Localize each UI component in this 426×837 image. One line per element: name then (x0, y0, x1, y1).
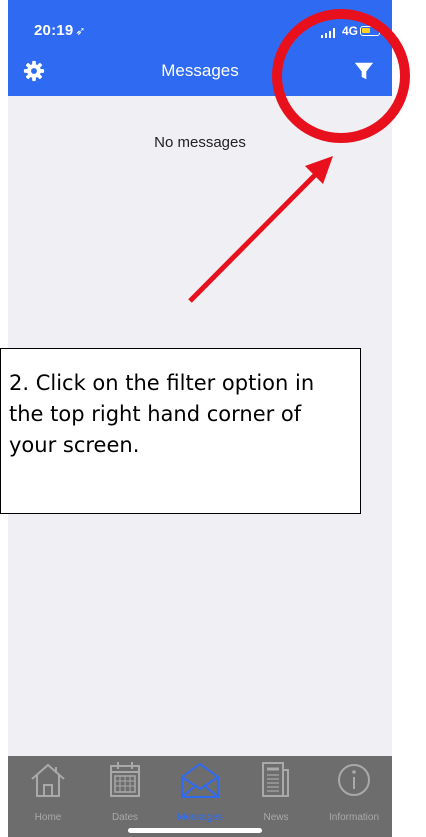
tab-home-label: Home (34, 812, 62, 823)
newspaper-icon (262, 762, 289, 797)
signal-icon (321, 28, 335, 38)
battery-icon (360, 26, 383, 36)
tab-bar: Home Dates Messages News Information (8, 756, 392, 837)
tab-dates-label: Dates (111, 812, 139, 823)
tab-news-label: News (263, 812, 289, 823)
location-icon: ➶ (75, 24, 86, 38)
home-icon (31, 763, 65, 797)
empty-state-text: No messages (154, 134, 246, 151)
tab-news[interactable]: News (238, 756, 314, 828)
filter-icon[interactable] (353, 60, 375, 82)
network-type: 4G (342, 24, 359, 38)
tab-information-label: Information (328, 812, 380, 823)
calendar-icon (110, 762, 140, 797)
header-bar: 20:19 ➶ 4G Messages (8, 0, 392, 96)
tab-messages-label: Messages (177, 812, 223, 823)
page-title: Messages (161, 61, 239, 80)
instruction-callout: 2. Click on the filter option in the top… (0, 348, 361, 514)
info-icon (338, 764, 370, 796)
home-indicator (128, 828, 262, 833)
status-time-text: 20:19 (34, 22, 74, 39)
tab-messages[interactable]: Messages (162, 756, 238, 828)
status-time: 20:19 ➶ (34, 22, 86, 39)
envelope-icon (181, 762, 219, 798)
tab-dates[interactable]: Dates (87, 756, 163, 828)
tab-information[interactable]: Information (316, 756, 392, 828)
tab-home[interactable]: Home (10, 756, 86, 828)
